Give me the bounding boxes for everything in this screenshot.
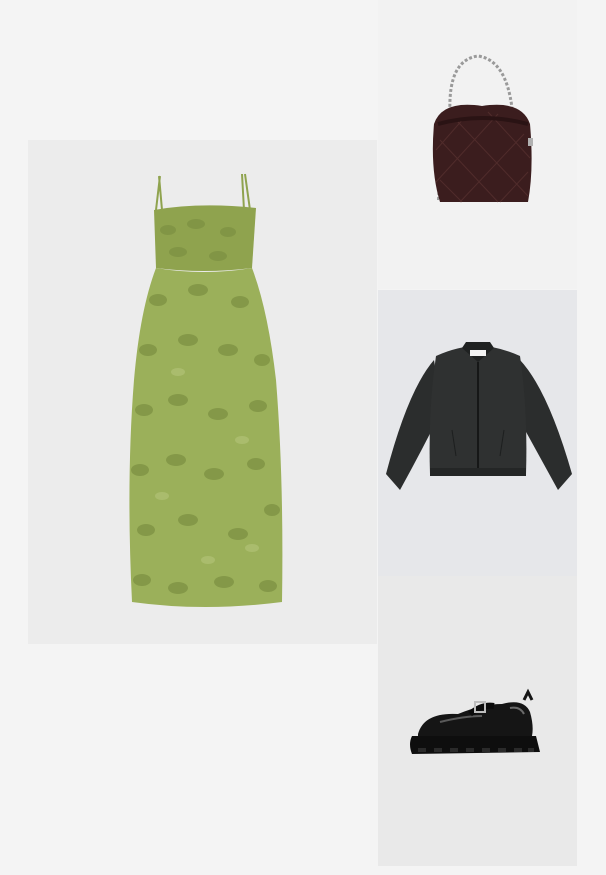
product-tile-jacket[interactable] (378, 290, 577, 576)
green-floral-midi-dress-icon (129, 173, 283, 607)
black-zip-jacket-icon (386, 342, 572, 490)
product-tile-bag[interactable] (378, 0, 577, 289)
product-tile-shoe[interactable] (378, 576, 577, 866)
burgundy-quilted-shoulder-bag-icon (432, 54, 533, 203)
product-tile-dress[interactable] (28, 140, 377, 644)
black-patent-buckle-loafer-icon (410, 688, 540, 754)
